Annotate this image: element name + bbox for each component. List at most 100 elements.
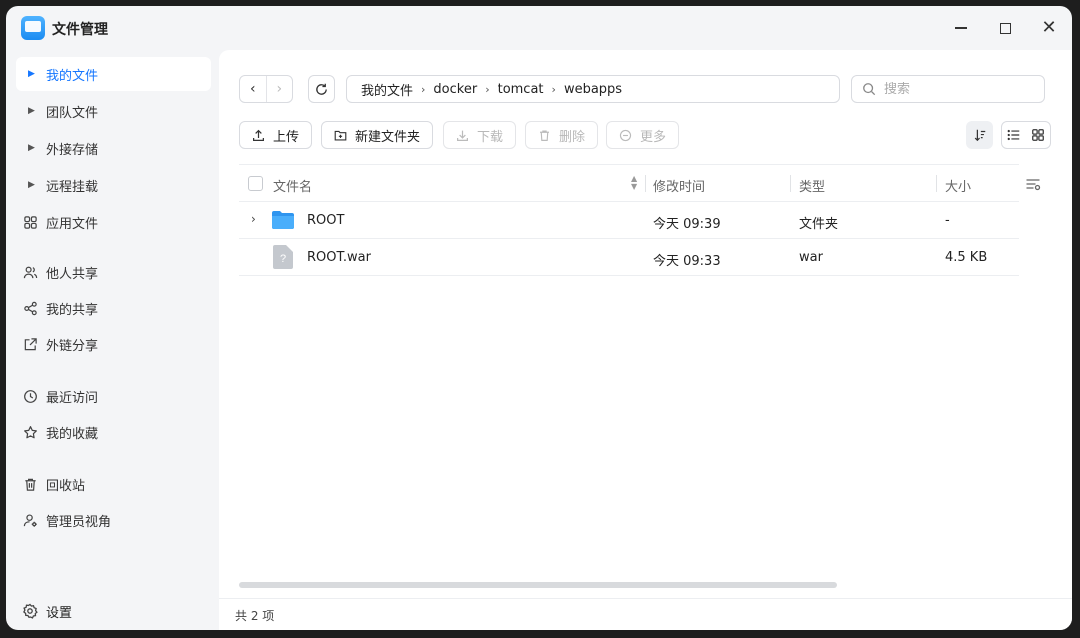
file-table: 文件名 ▲ ▼ 修改时间 类型 大小 › ROOT 今天 09:39 文件夹 - … xyxy=(239,164,1019,276)
table-row[interactable]: › ROOT 今天 09:39 文件夹 - xyxy=(239,202,1019,239)
chevron-right-icon[interactable]: › xyxy=(251,212,256,226)
maximize-button[interactable] xyxy=(990,16,1020,40)
file-type: 文件夹 xyxy=(799,217,839,232)
close-icon: ✕ xyxy=(1041,17,1057,38)
grid-view-button[interactable] xyxy=(1026,122,1050,148)
sidebar-item-remote-mount[interactable]: ▶ 远程挂载 xyxy=(16,168,211,202)
column-divider[interactable] xyxy=(936,175,937,192)
column-settings-icon[interactable] xyxy=(1025,176,1041,192)
main-panel: ‹ › 我的文件 › docker › tomcat › webapps 上传 … xyxy=(219,50,1072,630)
expand-caret-icon[interactable]: ▶ xyxy=(28,180,36,190)
external-link-icon xyxy=(22,336,38,352)
breadcrumb-item[interactable]: webapps xyxy=(564,82,622,97)
sort-arrows-icon[interactable]: ▲ ▼ xyxy=(631,175,637,191)
table-header: 文件名 ▲ ▼ 修改时间 类型 大小 xyxy=(239,164,1019,202)
download-button[interactable]: 下载 xyxy=(443,121,517,149)
expand-caret-icon[interactable]: ▶ xyxy=(28,106,36,116)
expand-caret-icon[interactable]: ▶ xyxy=(28,69,36,79)
sidebar-item-external-link-share[interactable]: 外链分享 xyxy=(16,327,211,361)
sidebar-item-team-files[interactable]: ▶ 团队文件 xyxy=(16,94,211,128)
delete-button[interactable]: 删除 xyxy=(525,121,599,149)
delete-label: 删除 xyxy=(559,129,586,145)
sidebar: ▶ 我的文件 ▶ 团队文件 ▶ 外接存储 ▶ 远程挂载 应用文件 他人共享 我的… xyxy=(6,50,218,630)
grid-view-icon xyxy=(1032,129,1044,141)
close-button[interactable]: ✕ xyxy=(1034,16,1064,40)
history-navigation: ‹ › xyxy=(239,75,293,103)
chevron-right-icon: › xyxy=(421,82,426,96)
refresh-button[interactable] xyxy=(308,75,335,103)
sidebar-item-label: 我的文件 xyxy=(46,68,99,84)
sidebar-item-external-storage[interactable]: ▶ 外接存储 xyxy=(16,131,211,165)
search-box xyxy=(851,75,1045,103)
breadcrumb-item[interactable]: 我的文件 xyxy=(361,80,413,99)
list-view-button[interactable] xyxy=(1002,122,1026,148)
column-divider[interactable] xyxy=(645,175,646,192)
list-view-icon xyxy=(1007,129,1020,141)
upload-icon xyxy=(253,129,264,141)
sidebar-item-app-files[interactable]: 应用文件 xyxy=(16,205,211,239)
app-title: 文件管理 xyxy=(52,22,108,38)
sort-icon xyxy=(974,129,985,142)
upload-button[interactable]: 上传 xyxy=(239,121,313,149)
sort-button[interactable] xyxy=(966,121,993,149)
column-header-size[interactable]: 大小 xyxy=(945,176,971,195)
chevron-right-icon: › xyxy=(276,81,283,97)
chevron-left-icon: ‹ xyxy=(249,81,256,97)
view-mode-toggle xyxy=(1001,121,1051,149)
column-header-modified[interactable]: 修改时间 xyxy=(653,176,705,195)
sidebar-item-label: 最近访问 xyxy=(46,390,99,406)
sidebar-item-my-shares[interactable]: 我的共享 xyxy=(16,291,211,325)
grid-apps-icon xyxy=(22,214,38,230)
sidebar-item-recent[interactable]: 最近访问 xyxy=(16,379,211,413)
sidebar-item-label: 我的共享 xyxy=(46,302,99,318)
file-modified: 今天 09:33 xyxy=(653,254,721,269)
clock-icon xyxy=(22,388,38,404)
column-header-name[interactable]: 文件名 xyxy=(273,176,312,195)
unknown-file-icon: ? xyxy=(273,245,293,269)
more-icon xyxy=(619,129,632,141)
sidebar-item-label: 他人共享 xyxy=(46,266,99,282)
status-bar: 共 2 项 xyxy=(219,598,1072,630)
new-folder-button[interactable]: 新建文件夹 xyxy=(321,121,434,149)
file-name: ROOT xyxy=(307,213,345,228)
file-name: ROOT.war xyxy=(307,250,371,265)
column-header-type[interactable]: 类型 xyxy=(799,176,825,195)
sidebar-item-favorites[interactable]: 我的收藏 xyxy=(16,415,211,449)
minimize-button[interactable] xyxy=(946,16,976,40)
settings-button[interactable]: 设置 xyxy=(16,596,211,626)
breadcrumb-item[interactable]: tomcat xyxy=(498,82,544,97)
column-divider[interactable] xyxy=(790,175,791,192)
file-manager-window: 文件管理 ✕ ▶ 我的文件 ▶ 团队文件 ▶ 外接存储 ▶ 远程挂载 应用文件 xyxy=(6,6,1072,630)
horizontal-scrollbar[interactable] xyxy=(239,582,837,588)
back-button[interactable]: ‹ xyxy=(240,76,266,102)
sidebar-item-shared-with-me[interactable]: 他人共享 xyxy=(16,255,211,289)
table-row[interactable]: ? ROOT.war 今天 09:33 war 4.5 KB xyxy=(239,239,1019,276)
sidebar-item-label: 团队文件 xyxy=(46,105,99,121)
expand-caret-icon[interactable]: ▶ xyxy=(28,143,36,153)
chevron-right-icon: › xyxy=(551,82,556,96)
file-type: war xyxy=(799,250,823,265)
forward-button[interactable]: › xyxy=(265,76,293,102)
search-icon xyxy=(863,83,876,96)
share-icon xyxy=(22,300,38,316)
sidebar-item-admin-view[interactable]: 管理员视角 xyxy=(16,503,211,537)
sidebar-item-recycle-bin[interactable]: 回收站 xyxy=(16,467,211,501)
folder-plus-icon xyxy=(334,130,347,141)
new-folder-label: 新建文件夹 xyxy=(355,129,421,145)
maximize-icon xyxy=(999,22,1011,34)
upload-label: 上传 xyxy=(273,129,300,145)
select-all-checkbox[interactable] xyxy=(248,176,263,191)
file-size: - xyxy=(945,213,950,228)
svg-text:?: ? xyxy=(280,253,286,265)
download-label: 下载 xyxy=(477,129,504,145)
more-button[interactable]: 更多 xyxy=(606,121,680,149)
file-manager-app-icon xyxy=(21,16,45,40)
search-input[interactable] xyxy=(884,81,1034,97)
title-bar: 文件管理 ✕ xyxy=(6,6,1072,50)
breadcrumb-item[interactable]: docker xyxy=(433,82,477,97)
users-icon xyxy=(22,264,38,280)
admin-user-icon xyxy=(22,512,38,528)
sidebar-item-my-files[interactable]: ▶ 我的文件 xyxy=(16,57,211,91)
sidebar-item-label: 应用文件 xyxy=(46,216,99,232)
item-count: 共 2 项 xyxy=(235,609,275,623)
